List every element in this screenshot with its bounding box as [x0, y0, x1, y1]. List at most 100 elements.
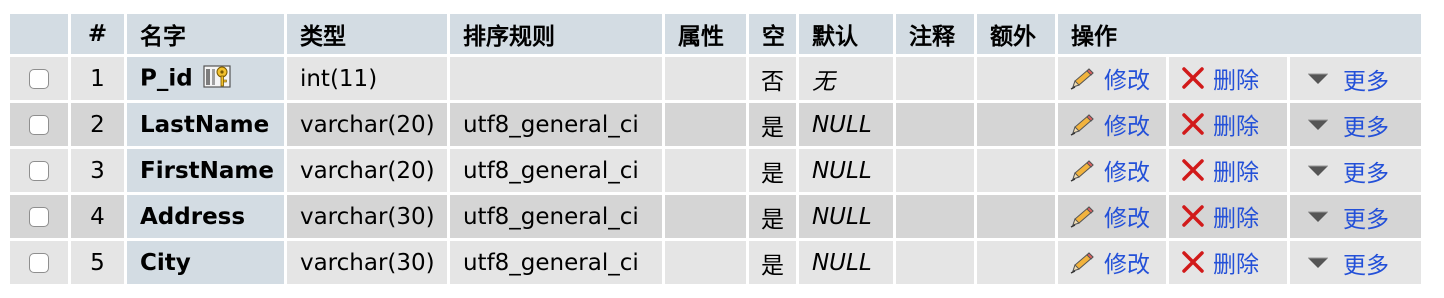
- edit-action-cell: 修改: [1057, 57, 1166, 100]
- row-checkbox[interactable]: [29, 69, 49, 89]
- delete-action-cell: 删除: [1168, 195, 1287, 238]
- column-comment: [895, 195, 974, 238]
- column-extra: [976, 241, 1055, 284]
- header-comment[interactable]: 注释: [895, 14, 974, 54]
- edit-label: 修改: [1103, 252, 1150, 278]
- column-null: 否: [748, 57, 796, 100]
- delete-x-icon: [1182, 159, 1204, 181]
- dropdown-triangle-icon: [1307, 211, 1328, 222]
- dropdown-triangle-icon: [1307, 257, 1328, 268]
- edit-label: 修改: [1103, 206, 1150, 232]
- edit-link[interactable]: 修改: [1070, 107, 1150, 141]
- column-collation: utf8_general_ci: [449, 149, 662, 192]
- table-row: 3 FirstName varchar(20) utf8_general_ci …: [10, 149, 1421, 192]
- structure-page: # 名字 类型 排序规则 属性 空 默认 注释 额外 操作 1 P_id int…: [0, 0, 1444, 298]
- primary-key-icon: [203, 64, 231, 88]
- column-name-cell: LastName: [127, 103, 284, 146]
- dropdown-triangle-icon: [1307, 165, 1328, 176]
- column-attributes: [664, 149, 746, 192]
- pencil-icon: [1070, 114, 1094, 136]
- column-attributes: [664, 57, 746, 100]
- row-select-cell: [10, 241, 68, 284]
- delete-x-icon: [1182, 251, 1204, 273]
- column-attributes: [664, 103, 746, 146]
- delete-label: 删除: [1212, 206, 1259, 232]
- column-default: 无: [798, 57, 893, 100]
- row-number: 1: [71, 57, 124, 100]
- more-action-cell: 更多: [1289, 149, 1421, 192]
- row-checkbox[interactable]: [29, 161, 49, 181]
- more-dropdown[interactable]: 更多: [1307, 62, 1389, 96]
- column-collation: utf8_general_ci: [449, 195, 662, 238]
- header-type[interactable]: 类型: [286, 14, 447, 54]
- delete-link[interactable]: 删除: [1181, 107, 1259, 141]
- column-name-cell: City: [127, 241, 284, 284]
- header-null[interactable]: 空: [748, 14, 796, 54]
- header-extra[interactable]: 额外: [976, 14, 1055, 54]
- row-select-cell: [10, 57, 68, 100]
- column-null: 是: [748, 241, 796, 284]
- edit-label: 修改: [1103, 160, 1150, 186]
- row-checkbox[interactable]: [29, 115, 49, 135]
- more-dropdown[interactable]: 更多: [1307, 108, 1389, 142]
- header-default[interactable]: 默认: [798, 14, 893, 54]
- delete-link[interactable]: 删除: [1181, 199, 1259, 233]
- more-action-cell: 更多: [1289, 195, 1421, 238]
- dropdown-triangle-icon: [1307, 73, 1328, 84]
- column-comment: [895, 57, 974, 100]
- delete-x-icon: [1182, 113, 1204, 135]
- more-label: 更多: [1342, 252, 1389, 279]
- column-default: NULL: [798, 149, 893, 192]
- header-select: [10, 14, 68, 54]
- pencil-icon: [1070, 206, 1094, 228]
- column-name-cell: Address: [127, 195, 284, 238]
- header-number: #: [71, 14, 124, 54]
- edit-link[interactable]: 修改: [1070, 245, 1150, 279]
- header-collation[interactable]: 排序规则: [449, 14, 662, 54]
- column-type: int(11): [286, 57, 447, 100]
- table-row: 1 P_id int(11) 否 无 修改 删除 更多: [10, 57, 1421, 100]
- row-select-cell: [10, 149, 68, 192]
- header-name[interactable]: 名字: [127, 14, 284, 54]
- delete-action-cell: 删除: [1168, 241, 1287, 284]
- delete-label: 删除: [1212, 252, 1259, 278]
- table-row: 4 Address varchar(30) utf8_general_ci 是 …: [10, 195, 1421, 238]
- column-name: FirstName: [140, 157, 274, 184]
- more-dropdown[interactable]: 更多: [1307, 246, 1389, 280]
- edit-link[interactable]: 修改: [1070, 61, 1150, 95]
- column-comment: [895, 241, 974, 284]
- edit-action-cell: 修改: [1057, 195, 1166, 238]
- delete-x-icon: [1182, 67, 1204, 89]
- column-type: varchar(30): [286, 241, 447, 284]
- table-row: 5 City varchar(30) utf8_general_ci 是 NUL…: [10, 241, 1421, 284]
- delete-link[interactable]: 删除: [1181, 153, 1259, 187]
- delete-link[interactable]: 删除: [1181, 245, 1259, 279]
- edit-link[interactable]: 修改: [1070, 153, 1150, 187]
- header-row: # 名字 类型 排序规则 属性 空 默认 注释 额外 操作: [10, 14, 1421, 54]
- more-label: 更多: [1342, 206, 1389, 233]
- header-actions: 操作: [1057, 14, 1421, 54]
- column-name: LastName: [140, 111, 270, 138]
- column-null: 是: [748, 103, 796, 146]
- more-label: 更多: [1342, 114, 1389, 141]
- column-collation: [449, 57, 662, 100]
- column-type: varchar(20): [286, 149, 447, 192]
- more-label: 更多: [1342, 160, 1389, 187]
- more-dropdown[interactable]: 更多: [1307, 200, 1389, 234]
- delete-link[interactable]: 删除: [1181, 61, 1259, 95]
- row-number: 3: [71, 149, 124, 192]
- row-checkbox[interactable]: [29, 207, 49, 227]
- column-extra: [976, 57, 1055, 100]
- header-attributes[interactable]: 属性: [664, 14, 746, 54]
- more-dropdown[interactable]: 更多: [1307, 154, 1389, 188]
- column-comment: [895, 149, 974, 192]
- more-action-cell: 更多: [1289, 103, 1421, 146]
- row-checkbox[interactable]: [29, 253, 49, 273]
- pencil-icon: [1070, 252, 1094, 274]
- row-number: 5: [71, 241, 124, 284]
- column-collation: utf8_general_ci: [449, 241, 662, 284]
- edit-link[interactable]: 修改: [1070, 199, 1150, 233]
- delete-x-icon: [1182, 205, 1204, 227]
- edit-label: 修改: [1103, 68, 1150, 94]
- column-name: City: [140, 249, 191, 276]
